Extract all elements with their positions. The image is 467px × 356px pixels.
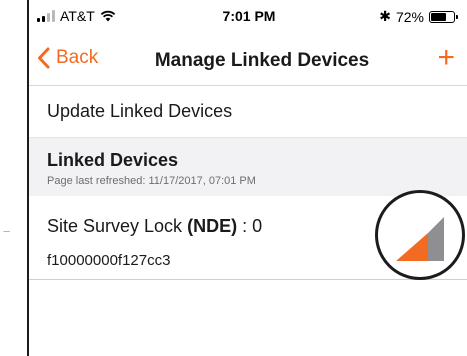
navigation-bar: Back Manage Linked Devices + — [29, 34, 467, 86]
signal-strength-callout — [375, 190, 465, 280]
phone-screen: AT&T 7:01 PM ✱ 72% Back Manage Linked De… — [27, 0, 467, 356]
device-name-line: Site Survey Lock (NDE) : 0 — [47, 216, 262, 237]
screenshot-stage: → AT&T 7:01 PM ✱ 72% Back Manage Linked … — [0, 0, 467, 356]
device-name: Site Survey Lock — [47, 216, 183, 236]
arrow-right-icon: → — [0, 221, 10, 238]
device-id: f10000000f127cc3 — [47, 252, 171, 269]
linked-devices-section-header: Linked Devices Page last refreshed: 11/1… — [29, 138, 467, 196]
device-count: 0 — [252, 216, 263, 236]
battery-percent: 72% — [395, 8, 424, 25]
device-count-separator: : — [242, 216, 248, 236]
battery-fill — [431, 12, 446, 21]
bluetooth-icon: ✱ — [379, 8, 391, 24]
device-type: (NDE) — [187, 216, 238, 236]
battery-icon — [429, 10, 458, 23]
last-refreshed-text: Page last refreshed: 11/17/2017, 07:01 P… — [47, 175, 256, 187]
status-bar: AT&T 7:01 PM ✱ 72% — [29, 0, 467, 34]
signal-strength-icon — [396, 217, 444, 261]
section-title: Linked Devices — [47, 150, 179, 170]
page-title: Manage Linked Devices — [154, 50, 370, 71]
status-right: ✱ 72% — [379, 8, 458, 25]
update-linked-devices-item[interactable]: Update Linked Devices — [29, 86, 467, 138]
update-linked-devices-label: Update Linked Devices — [47, 101, 233, 121]
add-device-button[interactable]: + — [437, 43, 455, 73]
